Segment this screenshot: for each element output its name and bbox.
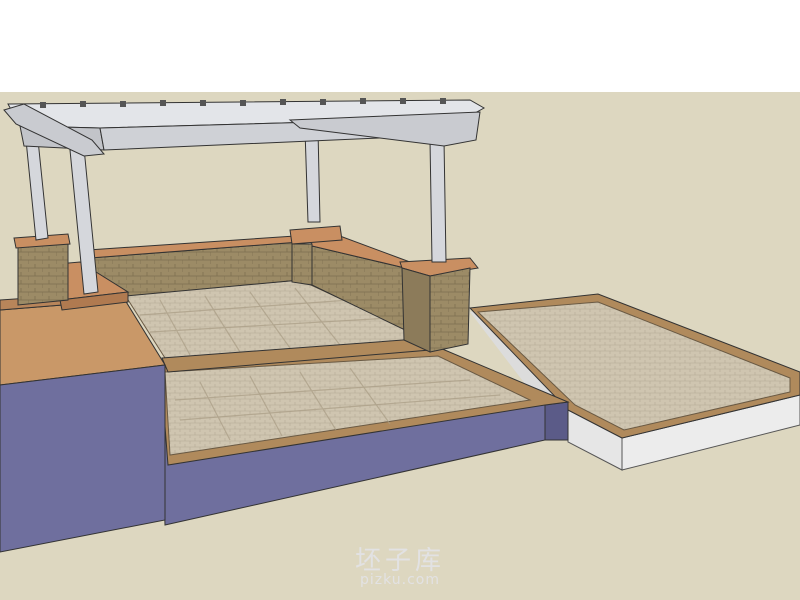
left-back-pillar [13,233,71,306]
front-right-pillar [399,257,479,353]
sky [0,0,800,92]
pergola-patio-model-viewport [0,0,800,600]
left-raised-block [0,295,166,553]
